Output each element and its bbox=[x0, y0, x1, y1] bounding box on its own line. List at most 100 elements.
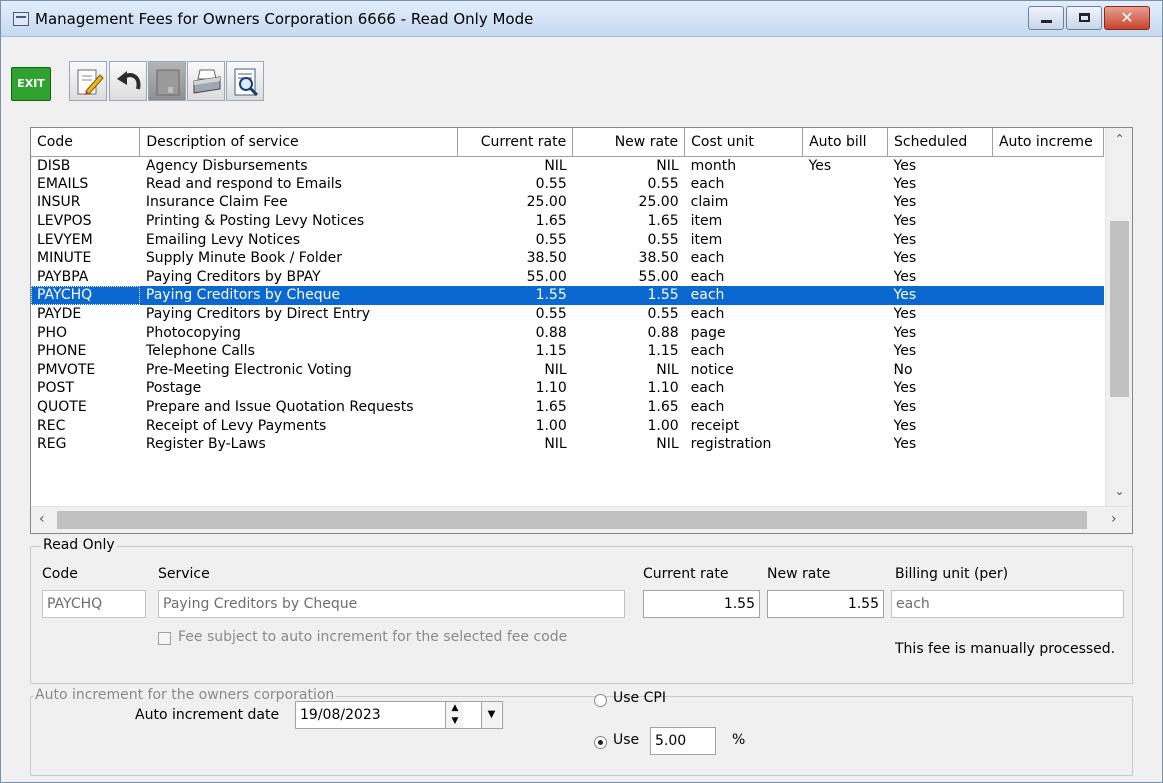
cell-auto-bill bbox=[803, 305, 888, 324]
service-label: Service bbox=[158, 566, 210, 582]
cell-description: Register By-Laws bbox=[145, 436, 266, 453]
cell-auto-increment bbox=[992, 416, 1103, 435]
cell-cost-unit: each bbox=[690, 306, 725, 323]
scroll-up-icon[interactable]: ⌃ bbox=[1106, 132, 1132, 152]
cell-new-rate: 25.00 bbox=[638, 194, 679, 211]
column-header-cost-unit[interactable]: Cost unit bbox=[684, 128, 804, 157]
cell-description: Emailing Levy Notices bbox=[145, 231, 301, 248]
cell-current-rate: 1.10 bbox=[535, 380, 567, 397]
column-header-description[interactable]: Description of service bbox=[139, 128, 459, 157]
table-row[interactable]: PHONE Telephone Calls 1.15 1.15 each Yes bbox=[31, 342, 1104, 361]
billing-unit-field[interactable]: each bbox=[891, 590, 1124, 618]
table-row[interactable]: PAYBPA Paying Creditors by BPAY 55.00 55.00… bbox=[31, 268, 1104, 287]
horizontal-scrollbar[interactable]: ‹ › bbox=[31, 506, 1132, 533]
date-dropdown-icon[interactable]: ▼ bbox=[481, 702, 501, 728]
table-row[interactable]: PAYCHQ Paying Creditors by Cheque 1.55 1.55… bbox=[31, 286, 1104, 305]
use-rate-label: Use bbox=[613, 732, 640, 748]
cell-current-rate: NIL bbox=[544, 361, 567, 378]
print-button[interactable] bbox=[187, 61, 225, 101]
table-row[interactable]: QUOTE Prepare and Issue Quotation Request… bbox=[31, 398, 1104, 417]
cell-auto-increment bbox=[992, 212, 1103, 231]
new-rate-field[interactable]: 1.55 bbox=[767, 590, 884, 618]
spin-down-icon[interactable]: ▼ bbox=[446, 715, 464, 727]
fees-window: Management Fees for Owners Corporation 6… bbox=[0, 0, 1163, 783]
vertical-scroll-thumb[interactable] bbox=[1110, 221, 1129, 397]
cell-current-rate: 0.55 bbox=[535, 231, 567, 248]
cell-cost-unit: notice bbox=[690, 361, 734, 378]
date-spinner[interactable]: ▲ ▼ bbox=[445, 702, 463, 728]
column-header-code[interactable]: Code bbox=[31, 128, 141, 157]
cell-auto-increment bbox=[992, 249, 1103, 268]
current-rate-field[interactable]: 1.55 bbox=[643, 590, 760, 618]
auto-increment-date-value: 19/08/2023 bbox=[300, 707, 381, 723]
table-row[interactable]: PAYDE Paying Creditors by Direct Entry 0.5… bbox=[31, 305, 1104, 324]
table-row[interactable]: INSUR Insurance Claim Fee 25.00 25.00 claim Y… bbox=[31, 193, 1104, 212]
close-button[interactable]: ✕ bbox=[1104, 6, 1150, 30]
cell-auto-bill bbox=[803, 175, 888, 194]
cell-current-rate: 1.15 bbox=[535, 343, 567, 360]
cell-cost-unit: each bbox=[690, 399, 725, 416]
use-rate-field[interactable]: 5.00 bbox=[650, 727, 716, 755]
table-row[interactable]: REC Receipt of Levy Payments 1.00 1.00 recei… bbox=[31, 416, 1104, 435]
undo-button[interactable] bbox=[109, 61, 147, 101]
read-only-group: Read Only Code Service Current rate New … bbox=[30, 537, 1133, 684]
cell-code: LEVPOS bbox=[37, 213, 92, 230]
table-row[interactable]: REG Register By-Laws NIL NIL registration Yes bbox=[31, 435, 1104, 454]
title-bar[interactable]: Management Fees for Owners Corporation 6… bbox=[1, 1, 1162, 37]
column-header-auto-bill[interactable]: Auto bill bbox=[802, 128, 889, 157]
cell-current-rate: 25.00 bbox=[526, 194, 567, 211]
table-row[interactable]: PMVOTE Pre-Meeting Electronic Voting NIL NI… bbox=[31, 361, 1104, 380]
auto-increment-date-field[interactable]: 19/08/2023 bbox=[295, 701, 503, 729]
table-row[interactable]: EMAILS Read and respond to Emails 0.55 0.55… bbox=[31, 175, 1104, 194]
scroll-down-icon[interactable]: ⌄ bbox=[1106, 484, 1132, 504]
print-preview-button[interactable] bbox=[226, 61, 264, 101]
read-only-legend: Read Only bbox=[41, 537, 117, 553]
cell-description: Receipt of Levy Payments bbox=[145, 417, 327, 434]
cell-cost-unit: item bbox=[690, 231, 723, 248]
use-cpi-radio[interactable] bbox=[594, 694, 607, 707]
cell-description: Paying Creditors by BPAY bbox=[145, 268, 321, 285]
header-row: Code Description of service Current rate Ne… bbox=[31, 128, 1105, 157]
cell-current-rate: 1.00 bbox=[535, 417, 567, 434]
exit-button[interactable]: EXIT bbox=[11, 67, 51, 101]
cell-current-rate: NIL bbox=[544, 436, 567, 453]
cell-auto-increment bbox=[992, 361, 1103, 380]
auto-increment-checkbox[interactable] bbox=[158, 632, 171, 645]
cell-current-rate: 0.55 bbox=[535, 306, 567, 323]
cell-new-rate: NIL bbox=[656, 361, 679, 378]
cell-scheduled: Yes bbox=[893, 324, 917, 341]
column-header-new-rate[interactable]: New rate bbox=[572, 128, 686, 157]
auto-increment-legend: Auto increment for the owners corporatio… bbox=[33, 687, 337, 703]
cell-auto-increment bbox=[992, 193, 1103, 212]
cell-scheduled: Yes bbox=[893, 436, 917, 453]
minimize-button[interactable] bbox=[1028, 6, 1064, 30]
maximize-button[interactable] bbox=[1066, 6, 1102, 30]
vertical-scrollbar[interactable]: ⌃ ⌄ bbox=[1105, 128, 1132, 506]
service-field[interactable]: Paying Creditors by Cheque bbox=[158, 590, 625, 618]
column-header-auto-increment[interactable]: Auto increme bbox=[992, 128, 1105, 157]
scroll-left-icon[interactable]: ‹ bbox=[39, 511, 45, 527]
spin-up-icon[interactable]: ▲ bbox=[446, 702, 464, 714]
edit-button[interactable] bbox=[69, 61, 107, 101]
horizontal-scroll-thumb[interactable] bbox=[57, 511, 1087, 529]
table-row[interactable]: DISB Agency Disbursements NIL NIL month Yes Ye… bbox=[31, 156, 1104, 175]
column-header-scheduled[interactable]: Scheduled bbox=[887, 128, 993, 157]
table-row[interactable]: PHO Photocopying 0.88 0.88 page Yes bbox=[31, 323, 1104, 342]
use-rate-radio[interactable] bbox=[594, 736, 607, 749]
save-button[interactable] bbox=[148, 61, 186, 101]
maximize-icon bbox=[1079, 13, 1090, 22]
table-row[interactable]: LEVPOS Printing & Posting Levy Notices 1.6… bbox=[31, 212, 1104, 231]
cell-auto-increment bbox=[992, 230, 1103, 249]
cell-scheduled: Yes bbox=[893, 194, 917, 211]
cell-new-rate: 0.55 bbox=[647, 175, 679, 192]
table-row[interactable]: POST Postage 1.10 1.10 each Yes bbox=[31, 379, 1104, 398]
print-icon bbox=[193, 69, 221, 94]
column-header-current-rate[interactable]: Current rate bbox=[457, 128, 574, 157]
table-row[interactable]: MINUTE Supply Minute Book / Folder 38.50 38… bbox=[31, 249, 1104, 268]
auto-increment-checkbox-label: Fee subject to auto increment for the se… bbox=[178, 629, 568, 645]
cell-code: POST bbox=[37, 380, 74, 397]
scroll-right-icon[interactable]: › bbox=[1111, 511, 1117, 527]
code-field[interactable]: PAYCHQ bbox=[42, 590, 146, 618]
table-row[interactable]: LEVYEM Emailing Levy Notices 0.55 0.55 item Y… bbox=[31, 230, 1104, 249]
fee-list[interactable]: Code Description of service Current rate Ne… bbox=[30, 127, 1133, 534]
